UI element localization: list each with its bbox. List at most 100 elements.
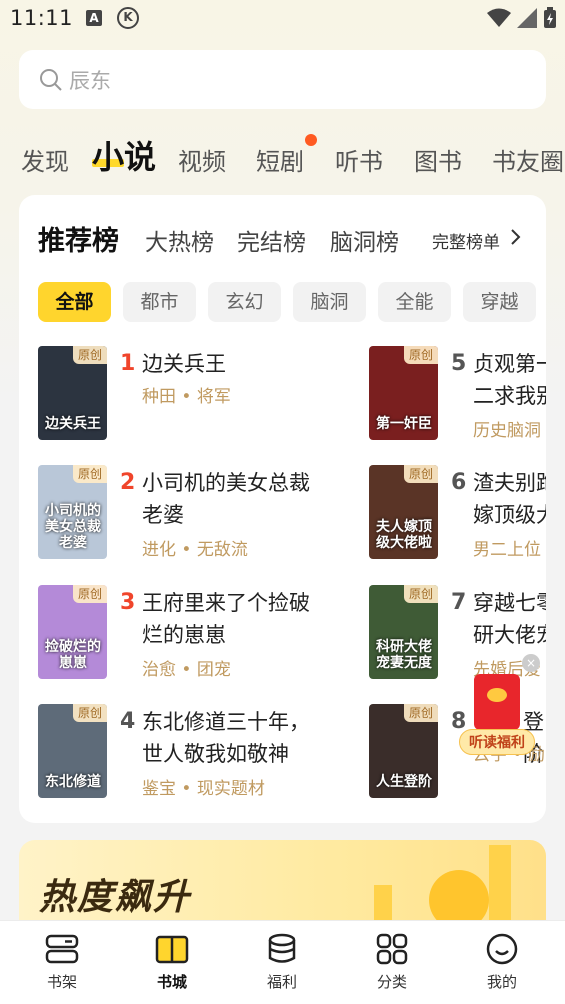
cover-title: 小司机的美女总裁老婆 xyxy=(45,503,101,551)
nav-label: 福利 xyxy=(266,973,297,991)
nav-category[interactable]: 分类 xyxy=(352,933,432,992)
profile-icon xyxy=(486,933,518,965)
book-cover[interactable]: 夫人嫁顶级大佬啦 原创 xyxy=(369,465,438,559)
cover-title: 科研大佬宠妻无度 xyxy=(376,639,432,671)
original-badge: 原创 xyxy=(73,465,107,483)
nav-label: 书架 xyxy=(46,973,77,991)
nav-bookshelf[interactable]: 书架 xyxy=(22,933,102,992)
tab-novel[interactable]: 小说 xyxy=(92,132,156,178)
book-tags: 进化 • 无敌流 xyxy=(142,540,248,560)
book-cover[interactable]: 科研大佬宠妻无度 原创 xyxy=(369,585,438,679)
chip-urban[interactable]: 都市 xyxy=(123,282,196,322)
bookstore-icon xyxy=(155,935,189,964)
search-box[interactable]: 辰东 xyxy=(19,50,546,109)
book-title[interactable]: 小司机的美女总裁 老婆 xyxy=(142,467,310,531)
nav-profile[interactable]: 我的 xyxy=(462,933,542,992)
nav-label: 书城 xyxy=(156,973,187,991)
bottom-nav: 书架 书城 福利 分类 我的 xyxy=(0,920,565,1004)
nav-bookstore[interactable]: 书城 xyxy=(132,933,212,992)
rank-number: 6 xyxy=(451,470,467,495)
book-cover[interactable]: 边关兵王 原创 xyxy=(38,346,107,440)
book-tags: 鉴宝 • 现实题材 xyxy=(142,779,265,799)
red-packet-widget[interactable]: × 听读福利 xyxy=(459,654,540,760)
chip-all-round[interactable]: 全能 xyxy=(378,282,451,322)
tab-book-friends[interactable]: 书友圈 xyxy=(492,142,564,177)
status-time: 11:11 xyxy=(10,6,74,30)
notification-a-icon: A xyxy=(86,10,102,26)
listen-reward-label[interactable]: 听读福利 xyxy=(459,729,535,755)
original-badge: 原创 xyxy=(404,585,438,603)
bar-decoration xyxy=(489,845,511,930)
book-item-7[interactable]: 科研大佬宠妻无度 原创 7 穿越七零研大佬宠 先婚后爱 xyxy=(369,585,546,685)
book-cover[interactable]: 人生登阶 原创 xyxy=(369,704,438,798)
book-title[interactable]: 东北修道三十年， 世人敬我如敬神 xyxy=(142,706,310,770)
status-bar: 11:11 A K xyxy=(0,0,565,38)
original-badge: 原创 xyxy=(404,465,438,483)
ranking-header: 推荐榜 大热榜 完结榜 脑洞榜 完整榜单 xyxy=(19,195,546,275)
rank-number: 1 xyxy=(120,351,136,376)
chip-time-travel[interactable]: 穿越 xyxy=(463,282,536,322)
book-cover[interactable]: 小司机的美女总裁老婆 原创 xyxy=(38,465,107,559)
original-badge: 原创 xyxy=(73,346,107,364)
book-title[interactable]: 穿越七零研大佬宠 xyxy=(473,587,546,651)
red-envelope-icon[interactable] xyxy=(474,674,520,730)
original-badge: 原创 xyxy=(404,704,438,722)
tab-discover[interactable]: 发现 xyxy=(21,142,69,177)
book-title[interactable]: 王府里来了个捡破 烂的崽崽 xyxy=(142,587,310,651)
book-cover[interactable]: 东北修道 原创 xyxy=(38,704,107,798)
cover-title: 东北修道 xyxy=(45,774,101,790)
bookshelf-icon xyxy=(45,934,79,964)
nav-label: 分类 xyxy=(376,973,407,991)
nav-benefit[interactable]: 福利 xyxy=(242,933,322,992)
new-badge-dot xyxy=(305,134,317,146)
top-tabs: 发现 小说 视频 短剧 听书 图书 书友圈 xyxy=(0,130,565,180)
full-list-link[interactable]: 完整榜单 xyxy=(432,228,500,253)
search-input[interactable]: 辰东 xyxy=(69,65,111,95)
book-tags: 男二上位 xyxy=(473,540,541,560)
chevron-right-icon[interactable] xyxy=(509,228,521,246)
original-badge: 原创 xyxy=(73,704,107,722)
rank-number: 5 xyxy=(451,351,467,376)
cover-title: 第一奸臣 xyxy=(376,416,432,432)
rank-number: 2 xyxy=(120,470,136,495)
category-icon xyxy=(376,933,408,965)
chip-fantasy[interactable]: 玄幻 xyxy=(208,282,281,322)
book-item-3[interactable]: 捡破烂的崽崽 原创 3 王府里来了个捡破 烂的崽崽 治愈 • 团宠 xyxy=(38,585,348,685)
chip-all[interactable]: 全部 xyxy=(38,282,111,322)
tab-books[interactable]: 图书 xyxy=(414,142,462,177)
coin-icon xyxy=(487,688,507,702)
book-item-5[interactable]: 第一奸臣 原创 5 贞观第一二求我别 历史脑洞 xyxy=(369,346,546,446)
rank-number: 7 xyxy=(451,590,467,615)
cover-title: 夫人嫁顶级大佬啦 xyxy=(376,519,432,551)
trending-banner[interactable]: 热度飙升 xyxy=(19,840,546,930)
battery-icon xyxy=(544,7,556,28)
book-cover[interactable]: 捡破烂的崽崽 原创 xyxy=(38,585,107,679)
book-tags: 种田 • 将军 xyxy=(142,387,231,407)
category-chips: 全部 都市 玄幻 脑洞 全能 穿越 xyxy=(38,282,546,322)
notification-k-icon: K xyxy=(117,7,139,29)
close-icon[interactable]: × xyxy=(522,654,540,672)
book-title[interactable]: 渣夫别跑嫁顶级大 xyxy=(473,467,546,531)
rank-number: 3 xyxy=(120,590,136,615)
status-right xyxy=(487,7,557,29)
ranking-title[interactable]: 推荐榜 xyxy=(38,219,119,258)
original-badge: 原创 xyxy=(73,585,107,603)
book-item-6[interactable]: 夫人嫁顶级大佬啦 原创 6 渣夫别跑嫁顶级大 男二上位 xyxy=(369,465,546,565)
ranking-tab-finished[interactable]: 完结榜 xyxy=(237,223,306,257)
book-title[interactable]: 贞观第一二求我别 xyxy=(473,348,546,412)
book-item-1[interactable]: 边关兵王 原创 1 边关兵王 种田 • 将军 xyxy=(38,346,348,446)
ranking-tab-brainhole[interactable]: 脑洞榜 xyxy=(330,223,399,257)
book-item-4[interactable]: 东北修道 原创 4 东北修道三十年， 世人敬我如敬神 鉴宝 • 现实题材 xyxy=(38,704,348,804)
signal-icon xyxy=(517,8,537,28)
book-cover[interactable]: 第一奸臣 原创 xyxy=(369,346,438,440)
book-item-2[interactable]: 小司机的美女总裁老婆 原创 2 小司机的美女总裁 老婆 进化 • 无敌流 xyxy=(38,465,348,565)
ranking-tab-hot[interactable]: 大热榜 xyxy=(145,223,214,257)
nav-label: 我的 xyxy=(486,973,517,991)
tab-video[interactable]: 视频 xyxy=(178,142,226,177)
book-title[interactable]: 边关兵王 xyxy=(142,348,226,380)
cover-title: 边关兵王 xyxy=(45,416,101,432)
wifi-icon xyxy=(487,8,511,27)
chip-brainhole[interactable]: 脑洞 xyxy=(293,282,366,322)
tab-short-drama[interactable]: 短剧 xyxy=(256,142,304,177)
tab-audiobook[interactable]: 听书 xyxy=(335,142,383,177)
